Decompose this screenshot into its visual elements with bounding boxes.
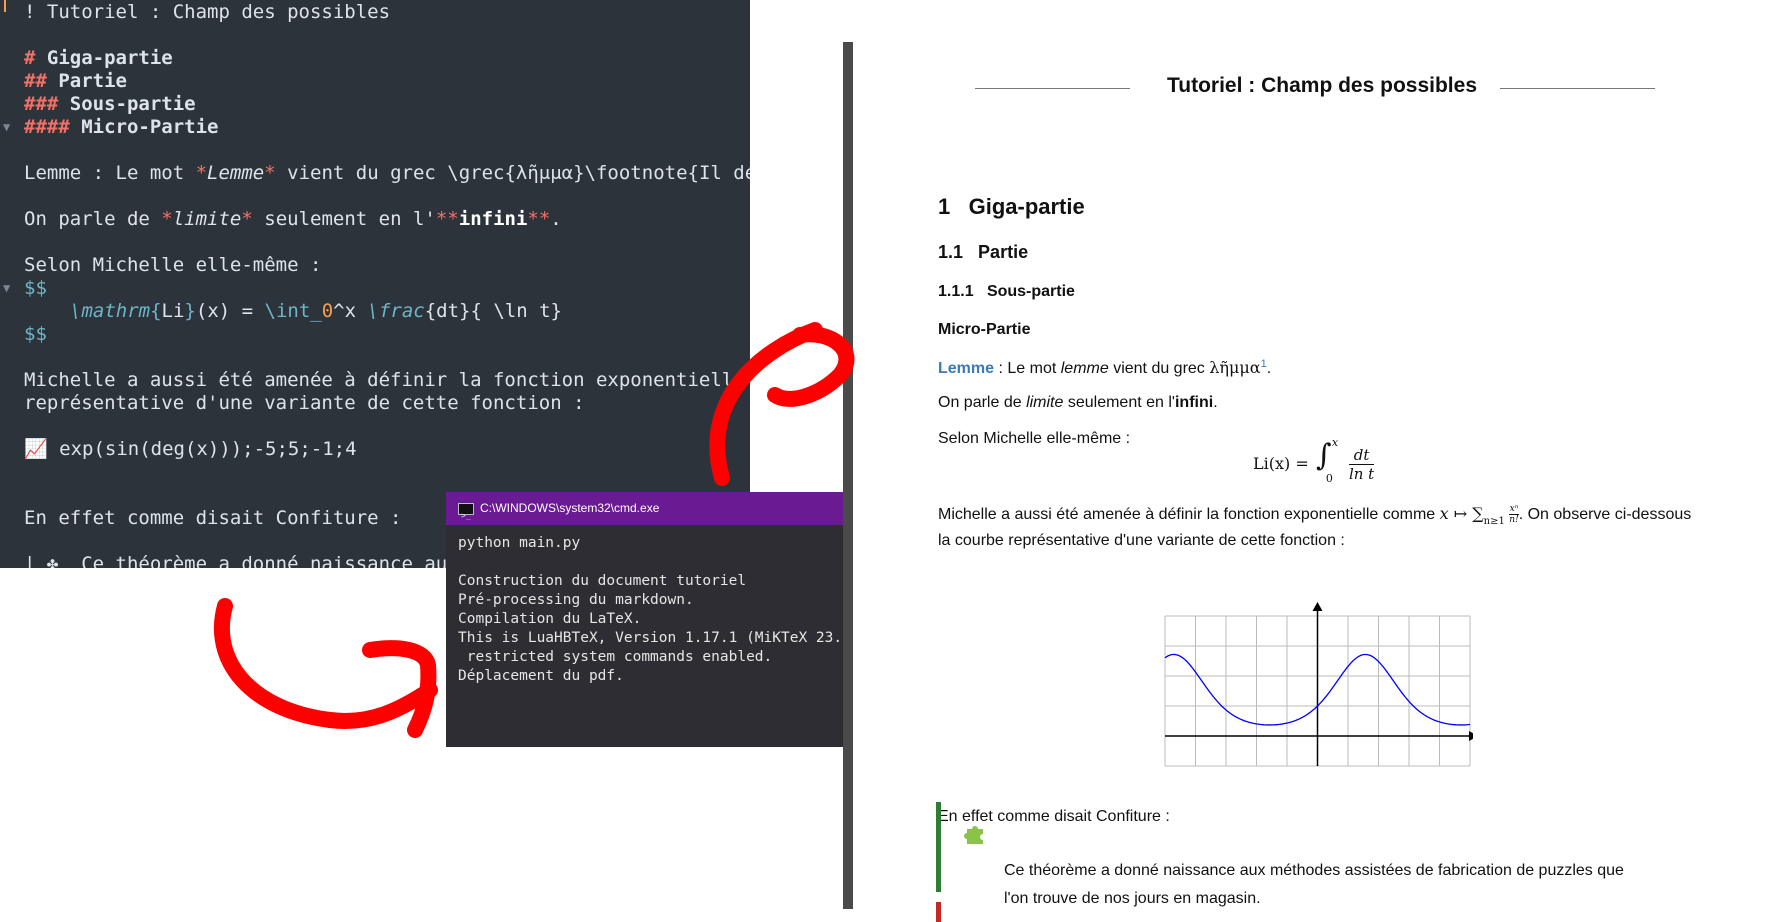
editor-limite-line: On parle de *limite* seulement en l'**in… <box>24 208 562 230</box>
editor-selon-line: Selon Michelle elle-même : <box>24 254 322 276</box>
editor-math-open: $$ <box>24 277 47 299</box>
editor-math-line: \mathrm{Li}(x) = \int_0^x \frac{dt}{ \ln… <box>70 300 562 322</box>
document-title: Tutoriel : Champ des possibles <box>1167 74 1477 97</box>
terminal-title: C:\WINDOWS\system32\cmd.exe <box>480 501 660 515</box>
plot-axes <box>1165 602 1473 766</box>
terminal-line: Déplacement du pdf. <box>458 668 624 684</box>
terminal-icon: >_ <box>458 503 474 520</box>
editor-title-line: ! Tutoriel : Champ des possibles <box>24 1 391 23</box>
terminal-line: Construction du document tutoriel <box>458 573 747 589</box>
fold-chevron-icon[interactable]: ▼ <box>3 116 10 139</box>
editor-michelle-line-1: Michelle a aussi été amenée à définir la… <box>24 369 750 391</box>
selon-paragraph: Selon Michelle elle-même : <box>938 430 1131 447</box>
terminal-command: python main.py <box>458 535 581 551</box>
editor-confiture-line: En effet comme disait Confiture : <box>24 507 402 529</box>
terminal-line: restricted system commands enabled. <box>458 649 773 665</box>
subsection-heading: 1.1 Partie <box>938 242 1029 262</box>
editor-h4-line: #### Micro-Partie <box>24 116 219 138</box>
quote-bar <box>936 902 941 922</box>
puzzle-icon <box>964 826 983 844</box>
quote-bar <box>936 802 941 892</box>
paragraph-heading: Micro-Partie <box>938 321 1031 338</box>
editor-h3-line: ### Sous-partie <box>24 93 196 115</box>
subsubsection-heading: 1.1.1 Sous-partie <box>938 283 1075 300</box>
michelle-paragraph-line-1: Michelle a aussi été amenée à définir la… <box>938 504 1692 527</box>
x-axis-arrowhead <box>1469 731 1473 741</box>
editor-math-close: $$ <box>24 323 47 345</box>
editor-lemme-line: Lemme : Le mot *Lemme* vient du grec \gr… <box>24 162 750 184</box>
lemme-paragraph: Lemme : Le mot lemme vient du grec λῆμμα… <box>938 358 1272 377</box>
y-axis-arrowhead <box>1312 602 1323 611</box>
markdown-editor[interactable]: ! Tutoriel : Champ des possibles # Giga-… <box>0 0 750 568</box>
fold-chevron-icon[interactable]: ▼ <box>3 277 10 300</box>
function-plot <box>1164 602 1473 767</box>
terminal-output[interactable]: python main.py Construction du document … <box>458 534 868 686</box>
terminal-line: This is LuaHBTeX, Version 1.17.1 (MiKTeX… <box>458 630 869 646</box>
quote-text-line-2: l'on trouve de nos jours en magasin. <box>1004 890 1261 907</box>
limite-paragraph: On parle de limite seulement en l'infini… <box>938 394 1218 411</box>
chart-emoji-icon: 📈 <box>24 438 48 460</box>
editor-caret <box>4 0 6 12</box>
li-formula: Li(x) = ∫ x 0 dt ln t <box>1253 435 1375 485</box>
editor-h2-line: ## Partie <box>24 70 127 92</box>
editor-h1-line: # Giga-partie <box>24 47 173 69</box>
red-arrow-terminal-from-left <box>213 598 438 738</box>
editor-quote-line: | ✤ Ce théorème a donné naissance aux <box>24 553 459 568</box>
michelle-paragraph-line-2: la courbe représentative d'une variante … <box>938 532 1345 549</box>
terminal-title-bar[interactable]: >_ C:\WINDOWS\system32\cmd.exe <box>446 492 905 525</box>
quote-text-line-1: Ce théorème a donné naissance aux méthod… <box>1004 862 1624 879</box>
terminal-line: Compilation du LaTeX. <box>458 611 642 627</box>
terminal-window[interactable]: >_ C:\WINDOWS\system32\cmd.exe python ma… <box>446 492 905 747</box>
editor-plot-line: 📈 exp(sin(deg(x)));-5;5;-1;4 <box>24 438 357 460</box>
section-heading: 1 Giga-partie <box>938 194 1085 219</box>
pdf-page[interactable]: Tutoriel : Champ des possibles 1 Giga-pa… <box>853 42 1791 922</box>
editor-michelle-line-2: représentative d'une variante de cette f… <box>24 392 585 414</box>
terminal-line: Pré-processing du markdown. <box>458 592 694 608</box>
